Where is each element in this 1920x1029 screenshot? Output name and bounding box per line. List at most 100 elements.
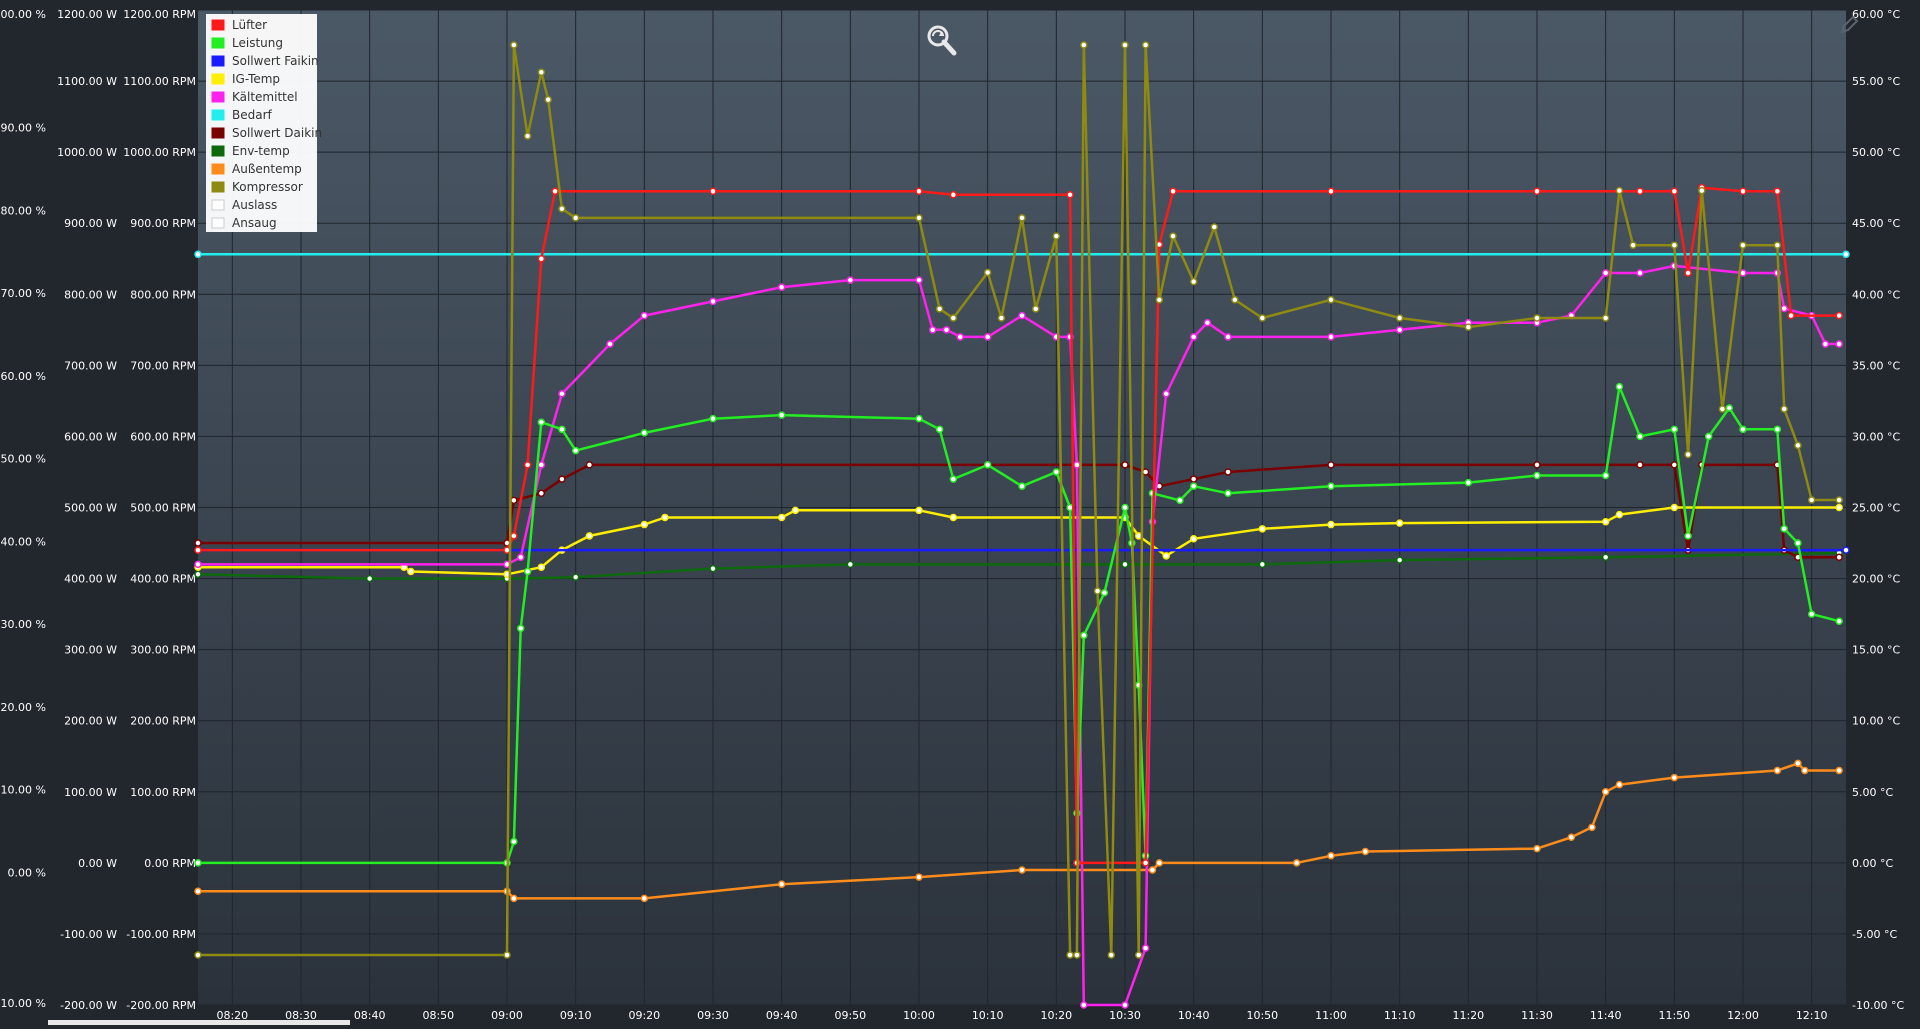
zoom-icon[interactable]	[920, 20, 960, 60]
data-point	[510, 496, 518, 505]
x-tick-label: 10:50	[1246, 1009, 1278, 1022]
data-point	[1141, 859, 1150, 867]
data-point	[1292, 859, 1301, 867]
data-point	[1835, 496, 1843, 504]
data-point	[1670, 773, 1679, 782]
data-point	[1780, 525, 1788, 533]
data-point	[1176, 496, 1184, 505]
legend-item[interactable]: Leistung	[211, 36, 283, 50]
x-tick-label: 09:30	[697, 1009, 729, 1022]
legend-item[interactable]: Auslass	[211, 198, 277, 212]
y-tick-label-celsius: 35.00 °C	[1852, 359, 1900, 372]
data-point	[194, 887, 202, 896]
data-point	[1093, 587, 1102, 595]
data-point	[537, 563, 546, 571]
data-point	[1615, 382, 1624, 391]
legend-label: Auslass	[232, 198, 277, 212]
y-tick-label-celsius: 15.00 °C	[1852, 644, 1900, 657]
data-point	[537, 255, 546, 263]
data-point	[709, 187, 717, 195]
data-point	[983, 333, 992, 341]
data-point	[194, 951, 202, 959]
legend-item[interactable]: IG-Temp	[211, 72, 280, 86]
data-point	[1121, 503, 1129, 512]
legend-label: Kompressor	[232, 180, 303, 194]
x-tick-label: 11:50	[1658, 1009, 1690, 1022]
legend-swatch	[211, 163, 225, 175]
data-point	[1684, 450, 1692, 459]
data-point	[949, 314, 958, 322]
legend-swatch	[211, 73, 225, 85]
y-tick-label-watts: 1200.00 W	[57, 8, 117, 21]
legend-item[interactable]: Ansaug	[211, 216, 277, 230]
data-point	[1794, 441, 1802, 450]
data-point	[1031, 305, 1040, 313]
y-tick-label-celsius: -10.00 °C	[1852, 999, 1904, 1012]
data-point	[1121, 1001, 1129, 1009]
data-point	[1464, 323, 1473, 331]
data-point	[1601, 517, 1610, 526]
y-tick-label-percent: 60.00 %	[1, 370, 46, 383]
data-point	[1395, 326, 1404, 334]
data-point	[956, 333, 964, 341]
data-point	[1533, 187, 1541, 195]
y-tick-label-watts: 500.00 W	[64, 502, 117, 515]
y-tick-label-rpm: 200.00 RPM	[130, 715, 196, 728]
data-point	[1224, 333, 1232, 341]
y-tick-label-rpm: 700.00 RPM	[130, 359, 196, 372]
legend-item[interactable]: Bedarf	[211, 108, 273, 122]
data-point	[949, 475, 958, 483]
data-point	[1189, 482, 1198, 490]
data-point	[1615, 780, 1624, 789]
data-point	[1073, 461, 1081, 469]
data-point	[1018, 482, 1026, 490]
data-point	[510, 41, 518, 49]
y-tick-label-watts: -200.00 W	[60, 999, 117, 1012]
data-point	[1842, 546, 1850, 554]
horizontal-scrollbar[interactable]	[48, 1020, 350, 1025]
y-tick-label-watts: 1000.00 W	[57, 146, 117, 159]
data-point	[606, 340, 614, 348]
y-tick-label-rpm: 500.00 RPM	[130, 502, 196, 515]
data-point	[777, 880, 786, 888]
data-point	[1739, 425, 1747, 434]
y-tick-label-celsius: -5.00 °C	[1852, 928, 1897, 941]
data-point	[537, 418, 546, 426]
data-point	[1189, 277, 1198, 286]
data-point	[1121, 461, 1129, 469]
data-point	[571, 446, 580, 455]
data-point	[1327, 187, 1335, 195]
data-point	[1052, 232, 1061, 240]
data-point	[1258, 560, 1267, 569]
data-point	[585, 461, 594, 469]
y-tick-label-celsius: 55.00 °C	[1852, 75, 1900, 88]
data-point	[1395, 314, 1404, 322]
y-tick-label-watts: 600.00 W	[64, 430, 117, 443]
data-point	[1155, 296, 1164, 304]
data-point	[1224, 468, 1232, 476]
y-tick-label-celsius: 40.00 °C	[1852, 288, 1900, 301]
y-tick-label-celsius: 20.00 °C	[1852, 573, 1900, 586]
x-tick-label: 08:50	[422, 1009, 454, 1022]
legend-swatch	[211, 55, 225, 67]
y-tick-label-percent: 50.00 %	[1, 453, 46, 466]
data-point	[1801, 766, 1809, 775]
pencil-icon[interactable]	[1838, 14, 1860, 36]
data-point	[1395, 556, 1404, 564]
data-point	[1636, 461, 1644, 469]
y-tick-label-percent: 40.00 %	[1, 535, 46, 548]
y-tick-label-rpm: 0.00 RPM	[144, 857, 196, 870]
data-point	[1794, 759, 1802, 768]
legend[interactable]: Lüfter Leistung Sollwert Faikin IG-Temp Kält…	[206, 14, 322, 232]
data-point	[1258, 314, 1267, 322]
y-tick-label-percent: 0.00 %	[8, 866, 46, 879]
data-point	[558, 475, 566, 483]
y-tick-label-percent: 30.00 %	[1, 618, 46, 631]
legend-item[interactable]: Lüfter	[211, 18, 267, 32]
data-point	[1162, 390, 1170, 398]
legend-item[interactable]: Env-temp	[211, 144, 290, 158]
data-point	[1018, 214, 1026, 222]
y-tick-label-celsius: 10.00 °C	[1852, 715, 1900, 728]
x-tick-label: 11:00	[1315, 1009, 1347, 1022]
data-point	[640, 429, 649, 437]
